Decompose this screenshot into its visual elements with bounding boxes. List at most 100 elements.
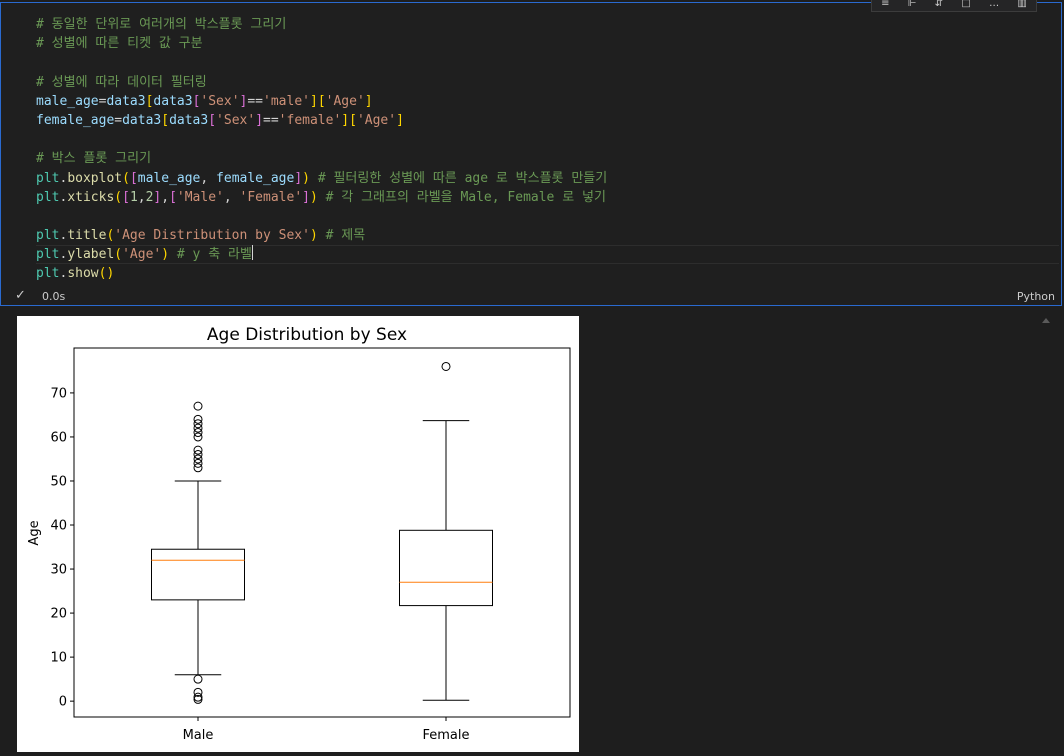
code-token: 'male': [263, 93, 310, 109]
code-line: female_age=data3[data3['Sex']=='female']…: [36, 111, 607, 130]
code-token: ]: [302, 189, 310, 205]
more-icon[interactable]: □: [961, 0, 970, 9]
code-token: data3: [153, 93, 193, 109]
y-tick-label: 40: [50, 519, 67, 534]
code-token: 'Female': [239, 189, 303, 205]
run-below-icon[interactable]: ⊩: [908, 0, 917, 9]
code-token: 'Age': [122, 247, 162, 263]
code-line: # 박스 플롯 그리기: [36, 149, 607, 168]
code-token: ]: [255, 112, 264, 128]
code-token: 'female': [278, 112, 342, 128]
boxplot-chart: Age Distribution by Sex Age 0 10 20 30 40 50 6…: [27, 325, 571, 743]
scroll-up-icon[interactable]: [1042, 318, 1050, 323]
outlier-point: [193, 401, 203, 411]
collapse-icon[interactable]: …: [989, 0, 999, 9]
code-token: ]: [396, 112, 404, 128]
split-icon[interactable]: ⇵: [935, 0, 943, 9]
code-token: # 성별에 따라 데이터 필터링: [36, 74, 207, 90]
box-iqr: [399, 529, 493, 607]
plot-frame: [73, 347, 571, 718]
code-token: boxplot: [67, 170, 123, 186]
code-token: ==: [263, 112, 279, 128]
code-token: [: [208, 112, 217, 128]
cell-status-bar: ✓ 0.0s Python: [1, 287, 1061, 307]
code-line: # 성별에 따른 티켓 값 구분: [36, 34, 607, 53]
code-token: 'Age': [356, 112, 397, 128]
code-token: [: [317, 93, 326, 109]
code-token: ==: [247, 93, 264, 109]
code-token: 'Age': [325, 93, 365, 109]
code-token: title: [67, 228, 107, 244]
code-token: [: [161, 112, 170, 128]
code-token: ): [309, 189, 318, 205]
code-token: (: [114, 247, 123, 263]
cell-toolbar: ≡ ⊩ ⇵ □ … ▥: [871, 0, 1037, 12]
code-token: ]: [294, 170, 303, 186]
code-token: plt: [36, 247, 60, 263]
code-token: plt: [36, 170, 60, 186]
chart-title: Age Distribution by Sex: [207, 325, 407, 345]
run-above-icon[interactable]: ≡: [881, 0, 889, 9]
language-selector[interactable]: Python: [1017, 290, 1055, 303]
code-token: ): [302, 170, 310, 186]
x-tick-label: Male: [183, 728, 214, 743]
code-editor[interactable]: # 동일한 단위로 여러개의 박스플롯 그리기 # 성별에 따른 티켓 값 구분 #…: [36, 15, 607, 284]
code-line: plt.xticks([1,2],['Male', 'Female']) # 각…: [36, 188, 607, 207]
code-token: female_age: [216, 170, 295, 186]
y-tick-label: 50: [50, 474, 67, 489]
code-token: ,: [223, 189, 240, 205]
execution-time: 0.0s: [42, 290, 66, 303]
check-icon: ✓: [15, 288, 26, 303]
code-token: # 각 그래프의 라벨을 Male, Female 로 넣기: [325, 189, 606, 205]
code-token: # 성별에 따른 티켓 값 구분: [36, 36, 203, 52]
code-token: # 제목: [325, 228, 366, 244]
code-token: 'Sex': [216, 112, 256, 128]
code-token: ]: [364, 93, 373, 109]
delete-icon[interactable]: ▥: [1017, 0, 1026, 9]
y-tick-label: 0: [59, 695, 67, 710]
code-cell[interactable]: ≡ ⊩ ⇵ □ … ▥ # 동일한 단위로 여러개의 박스플롯 그리기 # 성별에…: [0, 0, 1062, 307]
code-token: ): [161, 247, 170, 263]
y-tick-label: 60: [50, 430, 67, 445]
code-token: ylabel: [67, 247, 115, 263]
box-iqr: [151, 548, 245, 601]
code-token: xticks: [67, 189, 115, 205]
outlier-point: [441, 361, 451, 371]
code-token: =: [114, 112, 123, 128]
code-token: data3: [122, 112, 162, 128]
code-token: ,: [200, 170, 217, 186]
code-token: [: [129, 170, 138, 186]
y-tick-label: 30: [50, 563, 67, 578]
code-line: plt.show(): [36, 264, 607, 283]
code-token: male_age: [36, 93, 99, 109]
code-line: # 동일한 단위로 여러개의 박스플롯 그리기: [36, 15, 607, 34]
cell-output-plot: Age Distribution by Sex Age 0 10 20 30 40 50 6…: [17, 316, 579, 752]
code-line: plt.ylabel('Age') # y 축 라벨: [36, 245, 607, 264]
code-token: (: [122, 170, 130, 186]
code-token: show: [67, 266, 99, 282]
code-line: plt.title('Age Distribution by Sex') # 제…: [36, 226, 607, 245]
outlier-point: [193, 674, 203, 684]
code-token: [: [169, 189, 177, 205]
code-line: plt.boxplot([male_age, female_age]) # 필터…: [36, 169, 607, 188]
code-token: 1: [129, 189, 138, 205]
code-token: 'Male': [176, 189, 224, 205]
code-token: female_age: [36, 112, 115, 128]
code-token: (: [114, 189, 123, 205]
code-line: male_age=data3[data3['Sex']=='male']['Ag…: [36, 92, 607, 111]
code-token: data3: [106, 93, 146, 109]
y-tick-label: 20: [50, 607, 67, 622]
y-tick-label: 10: [50, 651, 67, 666]
code-token: 'Age Distribution by Sex': [114, 228, 310, 244]
x-tick-label: Female: [422, 728, 469, 743]
code-token: (): [98, 266, 115, 282]
code-token: # 동일한 단위로 여러개의 박스플롯 그리기: [36, 17, 287, 32]
code-token: # y 축 라벨: [176, 247, 252, 263]
code-token: [: [122, 189, 130, 205]
